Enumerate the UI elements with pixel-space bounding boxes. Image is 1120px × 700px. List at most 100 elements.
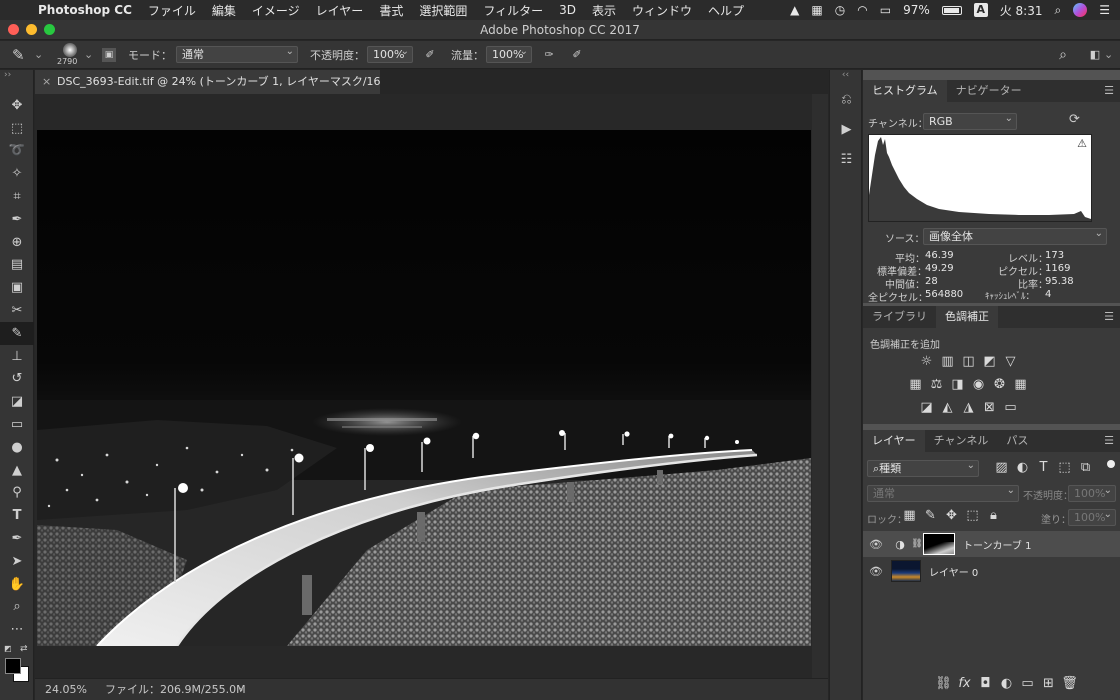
hue-saturation-icon[interactable]: ▦ (905, 377, 926, 392)
google-drive-icon[interactable]: ▲ (790, 3, 799, 17)
filter-pixel-icon[interactable]: ▨ (991, 460, 1012, 475)
layer-blend-mode-select[interactable]: 通常 (867, 483, 1019, 502)
layer-filter-select[interactable]: ⌕種類 (867, 458, 979, 477)
tab-navigator[interactable]: ナビゲーター (947, 80, 1031, 102)
eraser-tool-icon[interactable]: ◪ (0, 390, 34, 413)
quick-select-tool-icon[interactable]: ✧ (0, 162, 34, 185)
menu-select[interactable]: 選択範囲 (419, 2, 467, 19)
chevron-down-icon[interactable]: ⌄ (1104, 48, 1113, 61)
threshold-icon[interactable]: ◮ (958, 400, 979, 415)
type-tool-icon[interactable]: T (0, 504, 34, 527)
tab-libraries[interactable]: ライブラリ (863, 306, 936, 328)
panel-menu-icon[interactable]: ☰ (1104, 80, 1114, 102)
layer-name[interactable]: トーンカーブ 1 (963, 537, 1031, 552)
healing-brush-tool-icon[interactable]: ⊕ (0, 231, 34, 254)
panel-menu-icon[interactable]: ☰ (1104, 306, 1114, 328)
pressure-size-icon[interactable]: ✐ (568, 48, 586, 61)
foreground-color-swatch[interactable] (5, 658, 21, 674)
filter-shape-icon[interactable]: ⬚ (1054, 460, 1075, 475)
new-adjustment-icon[interactable]: ◐ (996, 676, 1017, 691)
path-select-tool-icon[interactable]: ➤ (0, 550, 34, 573)
properties-panel-icon[interactable]: ☷ (830, 144, 863, 174)
battery-percent[interactable]: 97% (903, 3, 930, 17)
brush-tool-preset-icon[interactable]: ✎ (12, 46, 34, 64)
opacity-select[interactable]: 100% (367, 44, 413, 63)
selective-color-icon[interactable]: ⊠ (979, 400, 1000, 415)
new-group-icon[interactable]: ▭ (1017, 676, 1038, 691)
black-white-icon[interactable]: ◨ (947, 377, 968, 392)
blur-tool-icon[interactable]: ● (0, 436, 34, 459)
filter-type-icon[interactable]: T (1033, 460, 1054, 475)
document-tab[interactable]: × DSC_3693-Edit.tif @ 24% (トーンカーブ 1, レイヤ… (35, 70, 380, 94)
zoom-window-button[interactable] (44, 24, 55, 35)
menu-edit[interactable]: 編集 (212, 2, 236, 19)
lock-pixels-icon[interactable]: ✎ (920, 508, 941, 523)
color-lookup-icon[interactable]: ▦ (1010, 377, 1031, 392)
zoom-level[interactable]: 24.05% (45, 679, 87, 700)
pen-tool-icon[interactable]: ✒ (0, 527, 34, 550)
menu-filter[interactable]: フィルター (483, 2, 543, 19)
lasso-tool-icon[interactable]: ➰ (0, 140, 34, 163)
layer-opacity-field[interactable]: 100% (1068, 483, 1116, 502)
tab-histogram[interactable]: ヒストグラム (863, 80, 947, 102)
tab-paths[interactable]: パス (997, 430, 1037, 452)
add-mask-icon[interactable]: ◘ (975, 676, 996, 691)
collapse-panel-icon[interactable]: ›› (0, 70, 33, 94)
curves-icon[interactable]: ◫ (958, 354, 979, 369)
spotlight-search-icon[interactable]: ⌕ (1055, 3, 1062, 18)
blend-mode-select[interactable]: 通常 (176, 44, 298, 63)
layer-row-tone-curve[interactable]: 👁︎ ◑ ⛓ トーンカーブ 1 (863, 531, 1120, 557)
menubar-clock[interactable]: 火 8:31 (1000, 2, 1043, 19)
menu-view[interactable]: 表示 (592, 2, 616, 19)
gradient-map-icon[interactable]: ▭ (1000, 400, 1021, 415)
history-brush-tool-icon[interactable]: ↺ (0, 368, 34, 391)
frame-tool-icon[interactable]: ▣ (0, 276, 34, 299)
more-tools-icon[interactable]: ⋯ (0, 618, 34, 641)
airplay-icon[interactable]: ▭ (880, 3, 891, 17)
tab-channels[interactable]: チャンネル (925, 430, 998, 452)
layer-name[interactable]: レイヤー 0 (929, 564, 978, 579)
notification-center-icon[interactable]: ☰ (1099, 3, 1110, 17)
brush-panel-toggle-icon[interactable]: ▣ (102, 47, 116, 62)
clone-stamp-tool-icon[interactable]: ⊥ (0, 345, 34, 368)
brush-size-picker[interactable]: 2790 (57, 42, 84, 68)
crop-tool-icon[interactable]: ⌗ (0, 185, 34, 208)
menu-file[interactable]: ファイル (148, 2, 196, 19)
menu-type[interactable]: 書式 (379, 2, 403, 19)
visibility-eye-icon[interactable]: 👁︎ (863, 538, 889, 551)
warning-icon[interactable]: ⚠ (1077, 137, 1087, 150)
menu-layer[interactable]: レイヤー (316, 2, 364, 19)
lock-position-icon[interactable]: ✥ (941, 508, 962, 523)
grid-app-icon[interactable]: ▦ (811, 3, 822, 17)
airbrush-icon[interactable]: ✑ (540, 48, 558, 61)
visibility-eye-icon[interactable]: 👁︎ (863, 565, 889, 578)
wifi-icon[interactable]: ◠ (857, 3, 867, 17)
channel-select[interactable]: RGB (923, 111, 1017, 130)
source-select[interactable]: 画像全体 (923, 226, 1107, 245)
marquee-tool-icon[interactable]: ⬚ (0, 117, 34, 140)
puppet-tool-icon[interactable]: ✂ (0, 299, 34, 322)
canvas-area[interactable] (35, 94, 828, 678)
default-colors-icon[interactable]: ◩ (4, 644, 12, 653)
filter-toggle-icon[interactable] (1107, 460, 1115, 468)
flow-select[interactable]: 100% (486, 44, 532, 63)
lock-all-icon[interactable]: 🔒︎ (983, 508, 1004, 523)
brightness-icon[interactable]: ☼ (916, 354, 937, 369)
input-source-indicator[interactable]: A (973, 3, 988, 17)
eyedropper-tool-icon[interactable]: ✒ (0, 208, 34, 231)
zoom-tool-icon[interactable]: ⌕ (0, 596, 34, 619)
search-icon[interactable]: ⌕ (1054, 47, 1072, 63)
pressure-opacity-icon[interactable]: ✐ (421, 48, 439, 61)
layer-style-icon[interactable]: fx (954, 676, 975, 691)
canvas-vertical-scrollbar[interactable] (812, 94, 828, 678)
color-balance-icon[interactable]: ⚖ (926, 377, 947, 392)
tab-layers[interactable]: レイヤー (863, 430, 925, 452)
minimize-window-button[interactable] (26, 24, 37, 35)
menu-3d[interactable]: 3D (559, 3, 576, 17)
lock-transparent-icon[interactable]: ▦ (899, 508, 920, 523)
document-canvas[interactable] (37, 130, 811, 646)
posterize-icon[interactable]: ◭ (937, 400, 958, 415)
battery-icon[interactable] (941, 5, 962, 15)
layer-row-layer-0[interactable]: 👁︎ レイヤー 0 (863, 558, 1120, 584)
app-menu[interactable]: Photoshop CC (38, 3, 132, 17)
